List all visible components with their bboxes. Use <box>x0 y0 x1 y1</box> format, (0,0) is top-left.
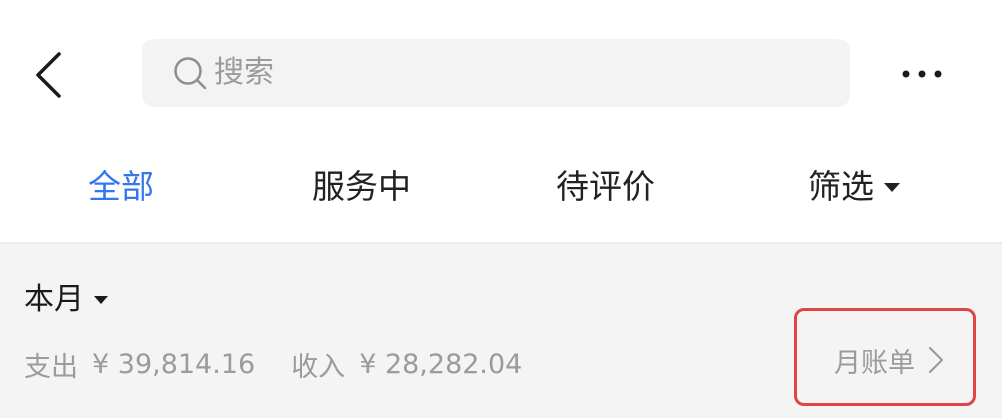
tab-bar: 全部 服务中 待评价 筛选 <box>0 140 1002 242</box>
search-input[interactable]: 搜索 <box>142 39 850 107</box>
expense-label: 支出 <box>24 351 78 383</box>
income-value: ¥ 28,282.04 <box>359 348 523 380</box>
caret-down-icon <box>94 296 108 304</box>
tab-in-service[interactable]: 服务中 <box>312 164 411 210</box>
chevron-right-icon <box>927 345 945 375</box>
amounts-row: 支出 ¥ 39,814.16 收入 ¥ 28,282.04 <box>24 344 522 384</box>
month-selector[interactable]: 本月 <box>24 280 108 320</box>
tab-filter-label: 筛选 <box>808 167 874 206</box>
chevron-left-icon <box>36 52 61 98</box>
back-button[interactable] <box>18 40 78 110</box>
tab-all[interactable]: 全部 <box>88 164 154 210</box>
tab-filter[interactable]: 筛选 <box>808 164 900 210</box>
caret-down-icon <box>884 182 900 192</box>
expense-value: ¥ 39,814.16 <box>92 348 256 380</box>
search-icon <box>172 55 208 91</box>
monthly-bill-link[interactable]: 月账单 <box>834 340 945 380</box>
top-bar: 搜索 <box>0 0 1002 140</box>
more-button[interactable] <box>892 52 952 96</box>
income-label: 收入 <box>291 351 346 383</box>
month-summary: 本月 支出 ¥ 39,814.16 收入 ¥ 28,282.04 月账单 <box>0 244 1002 418</box>
tab-pending-review[interactable]: 待评价 <box>556 164 655 210</box>
month-label: 本月 <box>24 282 84 317</box>
monthly-bill-label: 月账单 <box>834 347 915 379</box>
search-placeholder: 搜索 <box>214 55 274 90</box>
more-dots-icon <box>902 70 942 78</box>
